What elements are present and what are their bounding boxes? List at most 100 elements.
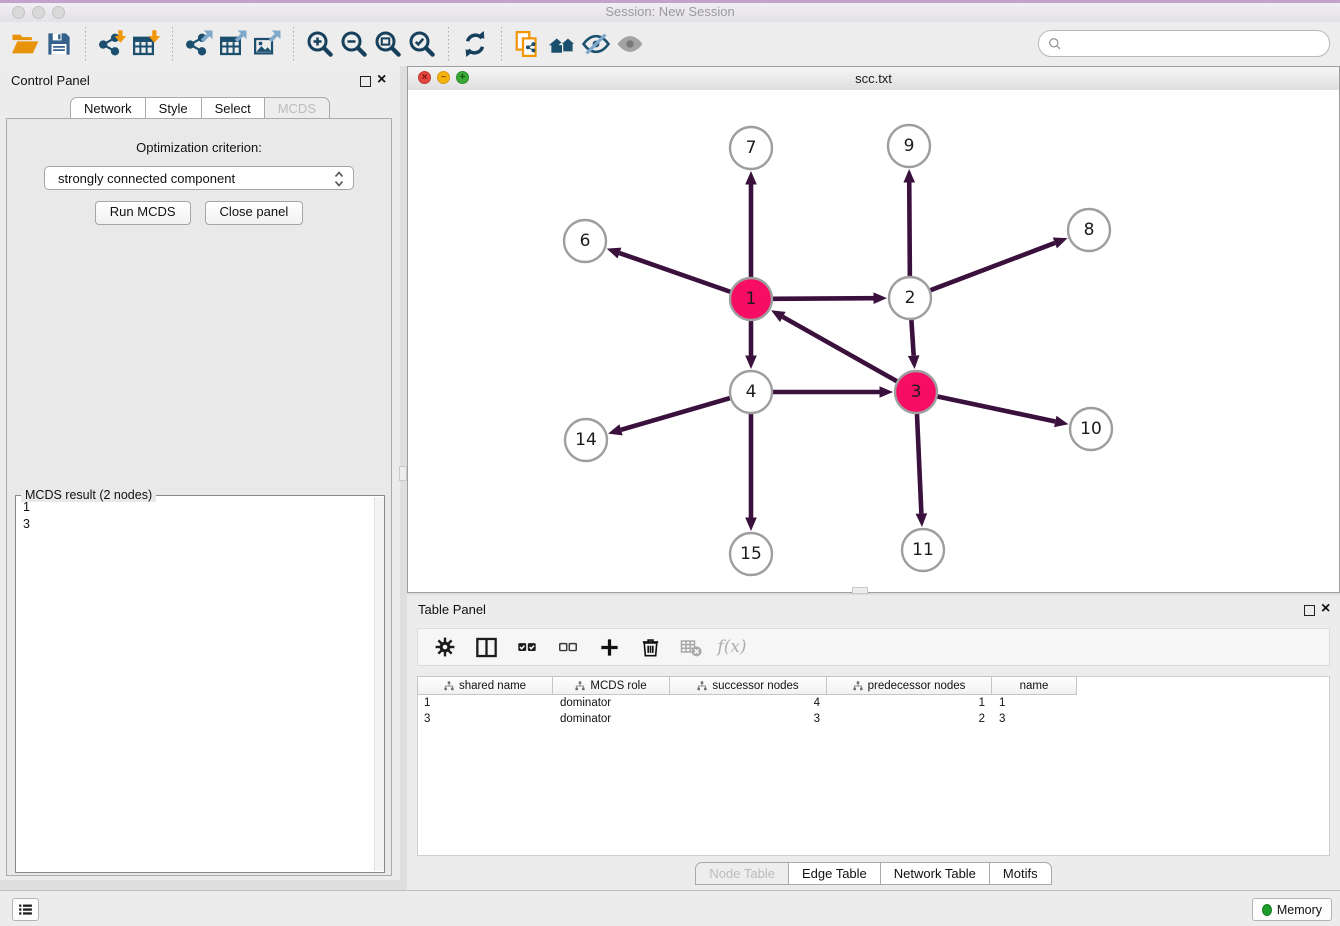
- cell-successor-nodes[interactable]: 4: [670, 696, 827, 712]
- column-visibility-icon[interactable]: [473, 634, 499, 660]
- graph-edge-2-3[interactable]: [908, 320, 920, 369]
- toolbar-separator: [293, 27, 294, 61]
- control-panel-title: Control Panel: [11, 73, 90, 88]
- cell-name[interactable]: 3: [992, 712, 1077, 728]
- cell-shared-name[interactable]: 3: [417, 712, 553, 728]
- save-session-icon[interactable]: [42, 27, 76, 61]
- table-settings-icon[interactable]: [432, 634, 458, 660]
- task-history-button[interactable]: [12, 898, 39, 921]
- toolbar-separator: [172, 27, 173, 61]
- tab-node-table[interactable]: Node Table: [695, 862, 789, 885]
- run-mcds-button[interactable]: Run MCDS: [95, 201, 191, 225]
- graph-edge-1-7[interactable]: [745, 171, 757, 277]
- close-panel-button[interactable]: Close panel: [205, 201, 304, 225]
- shared-column-icon: [853, 681, 863, 691]
- clone-network-icon[interactable]: [511, 27, 545, 61]
- export-network-icon[interactable]: [182, 27, 216, 61]
- close-panel-icon[interactable]: ×: [377, 71, 386, 89]
- vertical-splitter-handle[interactable]: [399, 466, 407, 481]
- tab-style[interactable]: Style: [146, 97, 202, 120]
- cell-mcds-role[interactable]: dominator: [553, 696, 670, 712]
- graph-node-7[interactable]: 7: [730, 127, 772, 169]
- zoom-fit-icon[interactable]: [371, 27, 405, 61]
- svg-text:7: 7: [746, 138, 757, 158]
- cell-predecessor-nodes[interactable]: 2: [827, 712, 992, 728]
- search-box[interactable]: [1038, 30, 1330, 57]
- column-header-predecessor-nodes[interactable]: predecessor nodes: [827, 676, 992, 695]
- tab-select[interactable]: Select: [202, 97, 265, 120]
- network-canvas[interactable]: 7 9 6 8 1 2 4 3 14 10 15 11: [408, 90, 1339, 592]
- optimization-criterion-select[interactable]: strongly connected component: [44, 166, 354, 190]
- graph-node-15[interactable]: 15: [730, 533, 772, 575]
- graph-edge-3-1[interactable]: [771, 310, 897, 381]
- zoom-selected-icon[interactable]: [405, 27, 439, 61]
- graph-node-10[interactable]: 10: [1070, 408, 1112, 450]
- graph-edge-3-11[interactable]: [916, 414, 928, 527]
- cell-predecessor-nodes[interactable]: 1: [827, 696, 992, 712]
- refresh-layout-icon[interactable]: [458, 27, 492, 61]
- import-table-icon[interactable]: [129, 27, 163, 61]
- tab-network-table[interactable]: Network Table: [881, 862, 990, 885]
- graph-node-2[interactable]: 2: [889, 277, 931, 319]
- float-panel-icon[interactable]: [360, 76, 371, 87]
- export-image-icon[interactable]: [250, 27, 284, 61]
- memory-button[interactable]: Memory: [1252, 898, 1332, 921]
- mcds-result-group: MCDS result (2 nodes) 13: [15, 495, 385, 873]
- hide-selected-icon[interactable]: [579, 27, 613, 61]
- deselect-all-columns-icon[interactable]: [555, 634, 581, 660]
- graph-node-6[interactable]: 6: [564, 220, 606, 262]
- window-titlebar: Session: New Session: [0, 0, 1340, 23]
- search-input[interactable]: [1062, 36, 1329, 51]
- column-header-successor-nodes[interactable]: successor nodes: [670, 676, 827, 695]
- graph-edge-2-9[interactable]: [903, 169, 915, 276]
- table-panel-title: Table Panel: [418, 602, 486, 617]
- graph-node-14[interactable]: 14: [565, 419, 607, 461]
- close-table-panel-icon[interactable]: ×: [1321, 600, 1330, 618]
- table-row[interactable]: 1dominator411: [417, 696, 1077, 712]
- graph-node-11[interactable]: 11: [902, 529, 944, 571]
- tab-edge-table[interactable]: Edge Table: [789, 862, 881, 885]
- show-networks-overview-icon[interactable]: [545, 27, 579, 61]
- graph-node-4[interactable]: 4: [730, 371, 772, 413]
- result-scrollbar[interactable]: [374, 497, 384, 871]
- graph-node-1[interactable]: 1: [730, 278, 772, 320]
- cell-mcds-role[interactable]: dominator: [553, 712, 670, 728]
- column-header-name[interactable]: name: [992, 676, 1077, 695]
- import-network-icon[interactable]: [95, 27, 129, 61]
- toolbar-separator: [85, 27, 86, 61]
- tab-motifs[interactable]: Motifs: [990, 862, 1052, 885]
- graph-edge-4-14[interactable]: [608, 398, 730, 435]
- graph-edge-3-10[interactable]: [938, 397, 1069, 428]
- column-header-mcds-role[interactable]: MCDS role: [553, 676, 670, 695]
- svg-text:10: 10: [1080, 419, 1102, 439]
- float-table-panel-icon[interactable]: [1304, 605, 1315, 616]
- graph-edge-4-15[interactable]: [745, 414, 757, 531]
- cell-shared-name[interactable]: 1: [417, 696, 553, 712]
- column-header-shared-name[interactable]: shared name: [417, 676, 553, 695]
- tab-mcds[interactable]: MCDS: [265, 97, 330, 120]
- open-file-icon[interactable]: [8, 27, 42, 61]
- table-row[interactable]: 3dominator323: [417, 712, 1077, 728]
- delete-column-icon[interactable]: [637, 634, 663, 660]
- graph-node-9[interactable]: 9: [888, 125, 930, 167]
- zoom-in-icon[interactable]: [303, 27, 337, 61]
- zoom-out-icon[interactable]: [337, 27, 371, 61]
- mcds-result-title: MCDS result (2 nodes): [21, 488, 156, 502]
- export-table-icon[interactable]: [216, 27, 250, 61]
- graph-edge-4-3[interactable]: [773, 386, 893, 398]
- cell-successor-nodes[interactable]: 3: [670, 712, 827, 728]
- graph-edge-1-4[interactable]: [745, 321, 757, 369]
- graph-node-8[interactable]: 8: [1068, 209, 1110, 251]
- cell-name[interactable]: 1: [992, 696, 1077, 712]
- add-column-icon[interactable]: [596, 634, 622, 660]
- horizontal-splitter-handle[interactable]: [852, 587, 868, 594]
- graph-edge-1-2[interactable]: [773, 292, 887, 304]
- network-title: scc.txt: [408, 71, 1339, 86]
- graph-edge-1-6[interactable]: [607, 248, 731, 292]
- delete-table-icon: [678, 634, 704, 660]
- select-all-columns-icon[interactable]: [514, 634, 540, 660]
- graph-edge-2-8[interactable]: [931, 238, 1068, 291]
- svg-text:2: 2: [905, 288, 916, 308]
- tab-network[interactable]: Network: [70, 97, 146, 120]
- graph-node-3[interactable]: 3: [895, 371, 937, 413]
